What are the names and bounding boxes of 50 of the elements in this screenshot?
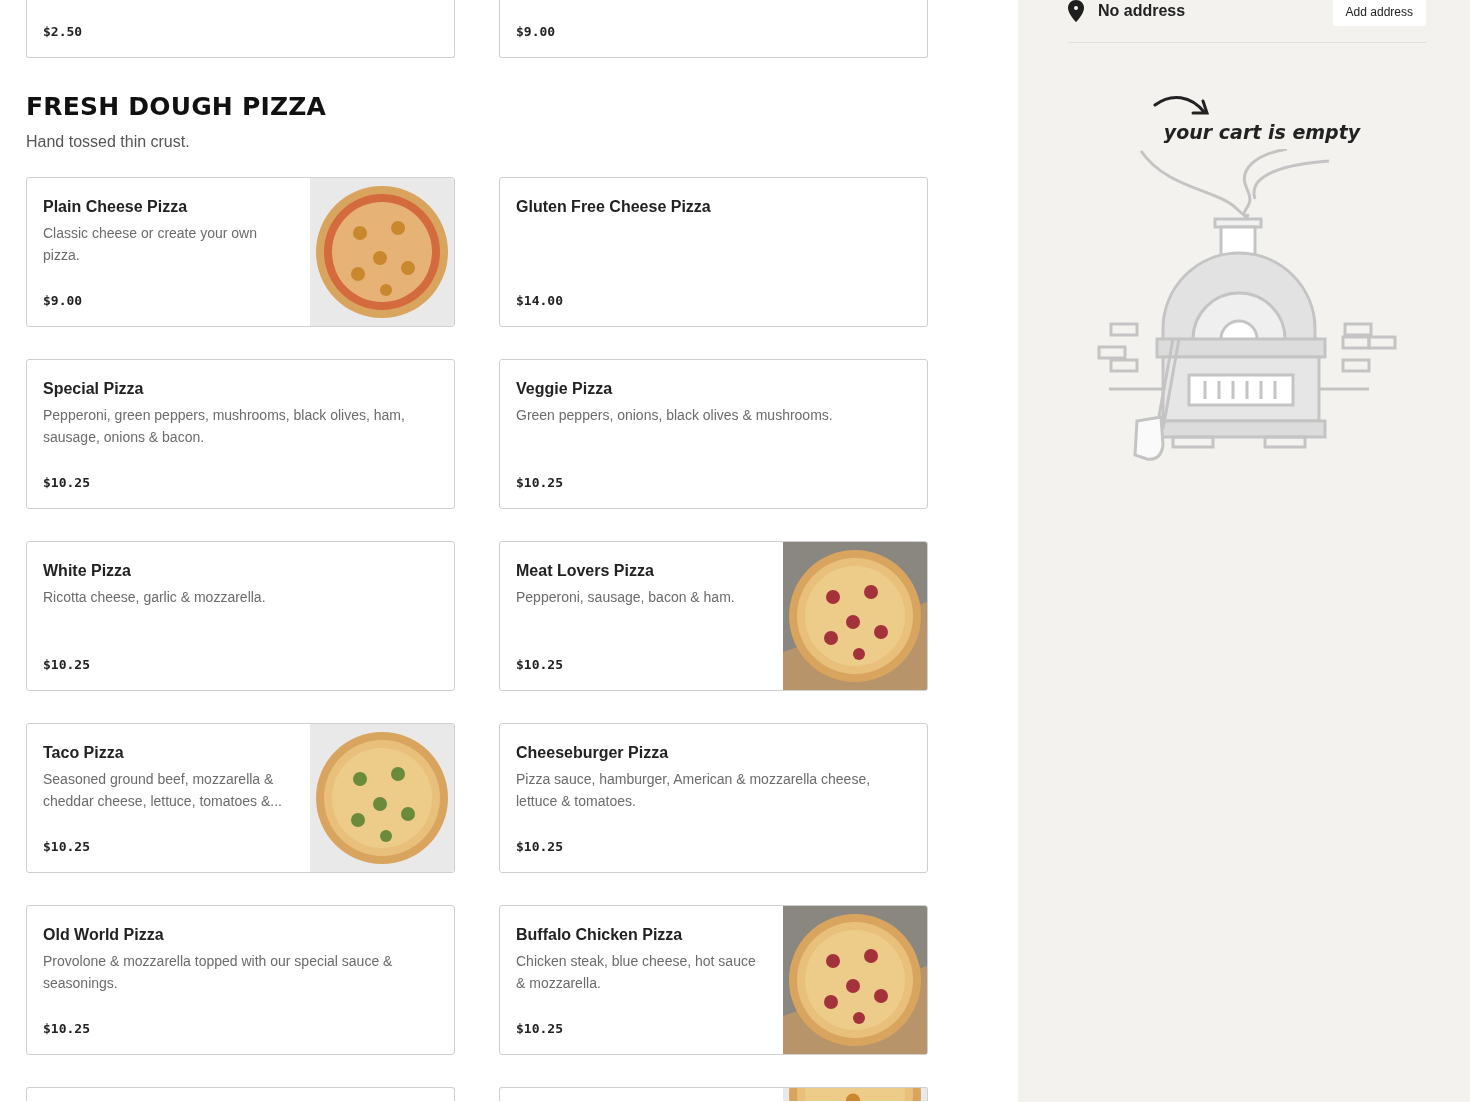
item-name: Veggie Pizza: [516, 380, 614, 398]
address-label: No address: [1098, 1, 1187, 21]
item-name: Meat Lovers Pizza: [516, 562, 655, 580]
item-name: White Pizza: [43, 562, 132, 580]
item-price: $10.25: [516, 475, 564, 490]
item-description: Seasoned ground beef, mozzarella & cheddar cheese, lettuce, tomatoes &...: [43, 770, 283, 811]
item-price: $9.00: [516, 24, 557, 39]
item-name: Buffalo Chicken Pizza: [516, 926, 684, 944]
item-description: Pepperoni, sausage, bacon & ham.: [516, 588, 736, 607]
item-price: $10.25: [43, 839, 91, 854]
menu-item-card[interactable]: Taco Pizza Seasoned ground beef, mozzarella & cheddar cheese, lettuce, tomatoes &... $10.25: [26, 723, 455, 873]
item-name: Old World Pizza: [43, 926, 165, 944]
item-price: $10.25: [43, 475, 91, 490]
item-price: $10.25: [516, 657, 564, 672]
item-description: Classic cheese or create your own pizza.: [43, 224, 258, 265]
item-name: Special Pizza: [43, 380, 145, 398]
item-price: $10.25: [516, 1021, 564, 1036]
menu-item-card[interactable]: Buffalo Chicken Pizza Chicken steak, blue cheese, hot sauce & mozzarella. $10.25: [499, 905, 928, 1055]
item-name: Gluten Free Cheese Pizza: [516, 198, 712, 216]
item-name: Taco Pizza: [43, 744, 125, 762]
section-subtitle: Hand tossed thin crust.: [26, 133, 191, 151]
menu-item-card[interactable]: $9.00: [499, 0, 928, 58]
menu-item-card[interactable]: Special Pizza Pepperoni, green peppers, mushrooms, black olives, ham, sausage, onions & bacon. $10.25: [26, 359, 455, 509]
item-description: Chicken steak, blue cheese, hot sauce & mozzarella.: [516, 952, 757, 993]
menu-item-card[interactable]: $2.50: [26, 0, 455, 58]
item-price: $2.50: [43, 24, 84, 39]
menu-item-card[interactable]: Veggie Pizza Green peppers, onions, black olives & mushrooms. $10.25: [499, 359, 928, 509]
item-description: Pizza sauce, hamburger, American & mozzarella cheese, lettuce & tomatoes.: [516, 770, 872, 811]
empty-cart-message: your cart is empty: [1163, 121, 1361, 143]
item-description: Provolone & mozzarella topped with our special sauce & seasonings.: [43, 952, 394, 993]
item-price: $10.25: [43, 657, 91, 672]
menu-item-card[interactable]: White Pizza Ricotta cheese, garlic & mozzarella. $10.25: [26, 541, 455, 691]
item-price: $10.25: [43, 1021, 91, 1036]
add-address-button[interactable]: Add address: [1332, 0, 1426, 26]
item-description: Pepperoni, green peppers, mushrooms, black olives, ham, sausage, onions & bacon.: [43, 406, 406, 447]
menu-item-card[interactable]: [26, 1087, 455, 1101]
item-name: Plain Cheese Pizza: [43, 198, 189, 216]
menu-item-card[interactable]: Gluten Free Cheese Pizza $14.00: [499, 177, 928, 327]
item-description: Ricotta cheese, garlic & mozzarella.: [43, 588, 267, 607]
item-price: $10.25: [516, 839, 564, 854]
item-name: Cheeseburger Pizza: [516, 744, 670, 762]
menu-item-card[interactable]: Meat Lovers Pizza Pepperoni, sausage, bacon & ham. $10.25: [499, 541, 928, 691]
menu-item-card[interactable]: Old World Pizza Provolone & mozzarella topped with our special sauce & seasonings. $10.25: [26, 905, 455, 1055]
menu-item-card[interactable]: [499, 1087, 928, 1101]
menu-item-card[interactable]: Cheeseburger Pizza Pizza sauce, hamburger, American & mozzarella cheese, lettuce & tomatoes. $10.25: [499, 723, 928, 873]
item-description: Green peppers, onions, black olives & mushrooms.: [516, 406, 834, 425]
section-title: FRESH DOUGH PIZZA: [26, 92, 328, 121]
menu-item-card[interactable]: Plain Cheese Pizza Classic cheese or create your own pizza. $9.00: [26, 177, 455, 327]
item-price: $14.00: [516, 293, 564, 308]
item-price: $9.00: [43, 293, 84, 308]
